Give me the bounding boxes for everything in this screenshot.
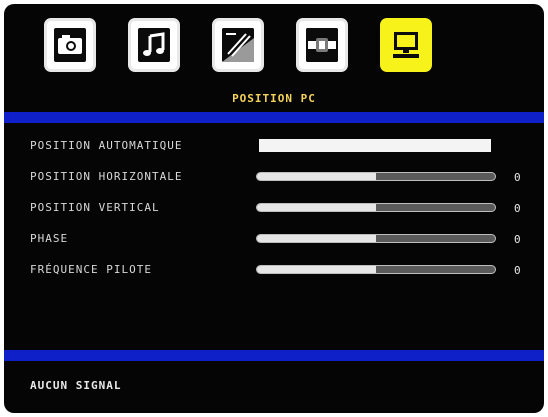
- tab-sound[interactable]: [128, 18, 180, 72]
- auto-position-highlight-bar[interactable]: [259, 139, 491, 152]
- horizontal-position-slider[interactable]: [256, 172, 496, 181]
- menu-title: POSITION PC: [232, 92, 316, 105]
- slider-fill: [257, 266, 376, 273]
- tab-source[interactable]: [296, 18, 348, 72]
- menu-item-label: POSITION VERTICAL: [30, 201, 160, 214]
- vertical-position-value: 0: [514, 202, 521, 215]
- menu-item-vertical-position[interactable]: POSITION VERTICAL 0: [4, 198, 544, 218]
- music-note-icon: [138, 28, 170, 62]
- horizontal-position-value: 0: [514, 171, 521, 184]
- bottom-divider-band: [4, 350, 544, 361]
- slider-fill: [257, 235, 376, 242]
- tab-settings[interactable]: [212, 18, 264, 72]
- tab-pc[interactable]: [380, 18, 432, 72]
- pilot-frequency-slider[interactable]: [256, 265, 496, 274]
- menu-item-label: FRÉQUENCE PILOTE: [30, 263, 152, 276]
- phase-value: 0: [514, 233, 521, 246]
- menu-tabs: [44, 18, 444, 80]
- menu-item-pilot-frequency[interactable]: FRÉQUENCE PILOTE 0: [4, 260, 544, 280]
- menu-item-label: POSITION AUTOMATIQUE: [30, 139, 183, 152]
- osd-menu: POSITION PC POSITION AUTOMATIQUE POSITIO…: [4, 4, 544, 413]
- settings-slash-icon: [222, 28, 254, 62]
- tab-picture[interactable]: [44, 18, 96, 72]
- menu-item-horizontal-position[interactable]: POSITION HORIZONTALE 0: [4, 167, 544, 187]
- vertical-position-slider[interactable]: [256, 203, 496, 212]
- menu-item-auto-position[interactable]: POSITION AUTOMATIQUE: [4, 136, 544, 156]
- slider-fill: [257, 173, 376, 180]
- pilot-frequency-value: 0: [514, 264, 521, 277]
- menu-item-label: PHASE: [30, 232, 69, 245]
- camera-icon: [54, 28, 86, 62]
- slider-fill: [257, 204, 376, 211]
- top-divider-band: [4, 112, 544, 123]
- menu-item-label: POSITION HORIZONTALE: [30, 170, 183, 183]
- signal-status: AUCUN SIGNAL: [30, 379, 122, 392]
- menu-item-phase[interactable]: PHASE 0: [4, 229, 544, 249]
- phase-slider[interactable]: [256, 234, 496, 243]
- pc-monitor-icon: [390, 28, 422, 62]
- source-connector-icon: [306, 28, 338, 62]
